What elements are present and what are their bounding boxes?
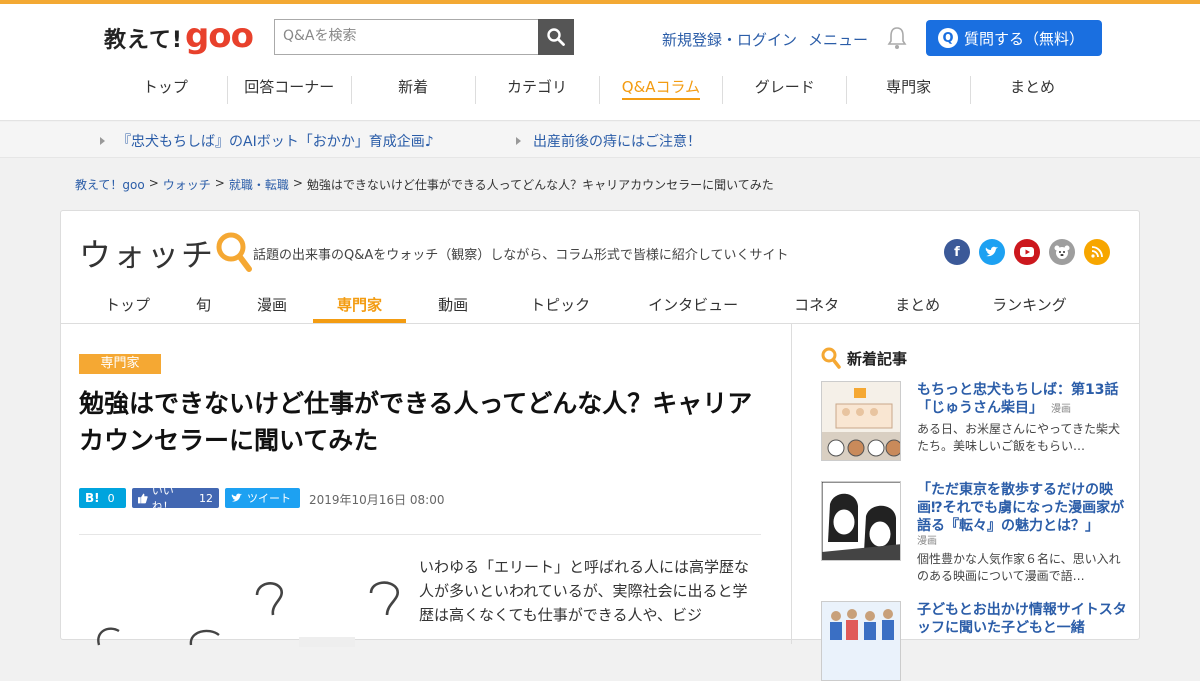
article-illustration [97,581,399,647]
search-button[interactable] [538,19,574,55]
hatena-count: 0 [107,491,115,505]
notice-link[interactable]: 出産前後の痔にはご注意！ [516,131,701,151]
nav-qa-column[interactable]: Q&Aコラム [600,76,724,104]
site-header: 教えて! goo Q&Aを検索 新規登録・ログイン メニュー Q 質問する（無料… [0,4,1200,121]
nav-answer-corner[interactable]: 回答コーナー [228,76,352,104]
watch-logo-text: ウォッチ [79,236,216,274]
nav-new[interactable]: 新着 [352,76,476,104]
sidebar-article[interactable]: もちっと忠犬もちしば：第13話「じゅうさん柴目」 漫画 ある日、お米屋さんにやって… [821,381,1121,463]
notice-link[interactable]: 『忠犬もちしば』のAIボット「おかか」育成企画♪ [100,131,434,151]
breadcrumb-separator: > [214,176,225,190]
category-badge[interactable]: 専門家 [79,354,161,374]
thumbs-up-icon [138,493,148,503]
watch-tabs: トップ 旬 漫画 専門家 動画 トピック インタビュー コネタ まとめ ランキン… [79,293,1119,323]
rss-icon[interactable] [1084,239,1110,265]
sidebar-article-tag: 漫画 [917,536,937,547]
logo-text-goo: goo [184,16,254,56]
sidebar-article[interactable]: 「ただ東京を散歩するだけの映画⁉それでも虜になった漫画家が語る『転々』の魅力とは… [821,481,1124,583]
magnifier-logo-icon [216,232,253,272]
sidebar-article-title: もちっと忠犬もちしば：第13話「じゅうさん柴目」 漫画 [917,382,1119,416]
tab-experts[interactable]: 専門家 [313,293,407,323]
main-nav: トップ 回答コーナー 新着 カテゴリ Q&Aコラム グレード 専門家 まとめ [104,76,1094,104]
tab-shun[interactable]: 旬 [176,293,231,323]
site-logo[interactable]: 教えて! goo [104,16,254,56]
article-thumbnail [821,481,901,561]
sidebar-article[interactable]: 子どもとお出かけ情報サイトスタッフに聞いた子どもと一緒 [821,601,1127,681]
facebook-icon[interactable]: f [944,239,970,265]
nav-top[interactable]: トップ [104,76,228,104]
hatena-bookmark-button[interactable]: B! 0 [79,488,126,508]
content-card: ウォッチ 話題の出来事のQ&Aをウォッチ（観察）しながら、コラム形式で皆様に紹介… [60,210,1140,681]
watch-logo[interactable]: ウォッチ [79,231,253,275]
tweet-button[interactable]: ツイート [225,488,300,508]
article-thumbnail [821,601,901,681]
goo-bear-icon[interactable] [1049,239,1075,265]
nav-grade[interactable]: グレード [723,76,848,104]
register-login-link[interactable]: 新規登録・ログイン [662,29,797,50]
article-thumbnail [821,381,901,461]
nav-experts[interactable]: 専門家 [847,76,972,104]
breadcrumb-current: 勉強はできないけど仕事ができる人ってどんな人？キャリアカウンセラーに聞いてみた [306,178,774,192]
site-tagline: 話題の出来事のQ&Aをウォッチ（観察）しながら、コラム形式で皆様に紹介していくサ… [253,248,789,263]
sidebar-article-tag: 漫画 [1051,404,1071,415]
search-input[interactable]: Q&Aを検索 [274,19,538,55]
magnifier-icon [821,347,841,369]
divider [61,323,1139,324]
breadcrumb: 教えて！goo > ウォッチ > 就職・転職 > 勉強はできないけど仕事ができる… [75,176,774,193]
menu-link[interactable]: メニュー [808,29,868,50]
ask-question-label: 質問する（無料） [964,29,1085,48]
nav-matome[interactable]: まとめ [971,76,1094,104]
tab-ranking[interactable]: ランキング [968,293,1091,323]
sidebar-article-title: 「ただ東京を散歩するだけの映画⁉それでも虜になった漫画家が語る『転々』の魅力とは… [917,482,1125,534]
like-count: 12 [199,491,213,505]
twitter-icon[interactable] [979,239,1005,265]
breadcrumb-separator: > [292,176,303,190]
hatena-icon: B! [85,491,100,505]
article-lead: いわゆる「エリート」と呼ばれる人には高学歴な人が多いといわれているが、実際社会に… [419,558,750,624]
sidebar-article-desc: ある日、お米屋さんにやってきた柴犬たち。美味しいご飯をもらい… [917,422,1121,453]
article-title: 勉強はできないけど仕事ができる人ってどんな人？キャリアカウンセラーに聞いてみた [79,389,753,455]
search-icon [547,28,565,46]
notice-bar: 『忠犬もちしば』のAIボット「おかか」育成企画♪ 出産前後の痔にはご注意！ [0,122,1200,158]
breadcrumb-separator: > [148,176,159,190]
logo-text-ja: 教えて! [104,28,183,53]
breadcrumb-item[interactable]: 就職・転職 [229,176,289,193]
sidebar-article-desc: 個性豊かな人気作家６名に、思い入れのある映画について漫画で語… [917,552,1121,583]
ask-question-button[interactable]: Q 質問する（無料） [926,20,1102,56]
tab-manga[interactable]: 漫画 [231,293,313,323]
bullet-triangle-icon [100,137,105,145]
tab-matome[interactable]: まとめ [867,293,968,323]
nav-category[interactable]: カテゴリ [476,76,600,104]
tweet-label: ツイート [247,492,291,505]
sidebar-article-title: 子どもとお出かけ情報サイトスタッフに聞いた子どもと一緒 [917,602,1127,636]
tab-koneta[interactable]: コネタ [766,293,867,323]
breadcrumb-item[interactable]: 教えて！goo [75,176,145,193]
youtube-icon[interactable] [1014,239,1040,265]
tab-top[interactable]: トップ [79,293,176,323]
tab-video[interactable]: 動画 [406,293,500,323]
bullet-triangle-icon [516,137,521,145]
publish-date: 2019年10月16日 08:00 [309,493,445,507]
tab-topics[interactable]: トピック [500,293,620,323]
divider [79,534,761,535]
bell-icon[interactable] [886,26,908,50]
tab-interview[interactable]: インタビュー [620,293,766,323]
breadcrumb-item[interactable]: ウォッチ [163,176,211,193]
question-icon: Q [938,28,958,48]
like-button[interactable]: いいね！ 12 [132,484,219,513]
like-label: いいね！ [151,484,174,513]
twitter-bird-icon [231,493,242,502]
sidebar-heading: 新着記事 [821,347,907,369]
column-divider [791,324,792,644]
